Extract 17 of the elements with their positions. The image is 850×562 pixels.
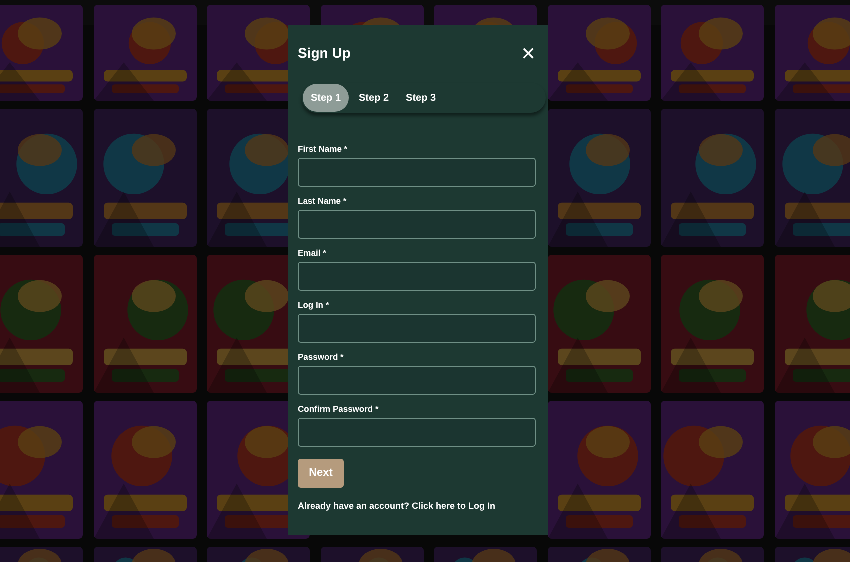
input-field[interactable]	[298, 366, 536, 395]
field-label: Email *	[298, 247, 328, 259]
field-label: Confirm Password *	[298, 403, 380, 415]
input-field[interactable]	[298, 210, 536, 239]
field-label: Last Name *	[298, 195, 348, 207]
dialog-title: Sign Up	[298, 44, 351, 63]
input-field[interactable]	[298, 314, 536, 343]
step-tab[interactable]: Step 2	[352, 84, 396, 112]
close-button[interactable]: ✕	[521, 44, 536, 62]
field-label: First Name *	[298, 143, 349, 155]
field-label: Log In *	[298, 299, 330, 311]
login-link[interactable]: Already have an account? Click here to Log In	[298, 500, 538, 514]
field-label: Password *	[298, 351, 345, 363]
input-field[interactable]	[298, 158, 536, 187]
input-field[interactable]	[298, 262, 536, 291]
input-field[interactable]	[298, 418, 536, 447]
step-tab[interactable]: Step 3	[399, 84, 444, 112]
